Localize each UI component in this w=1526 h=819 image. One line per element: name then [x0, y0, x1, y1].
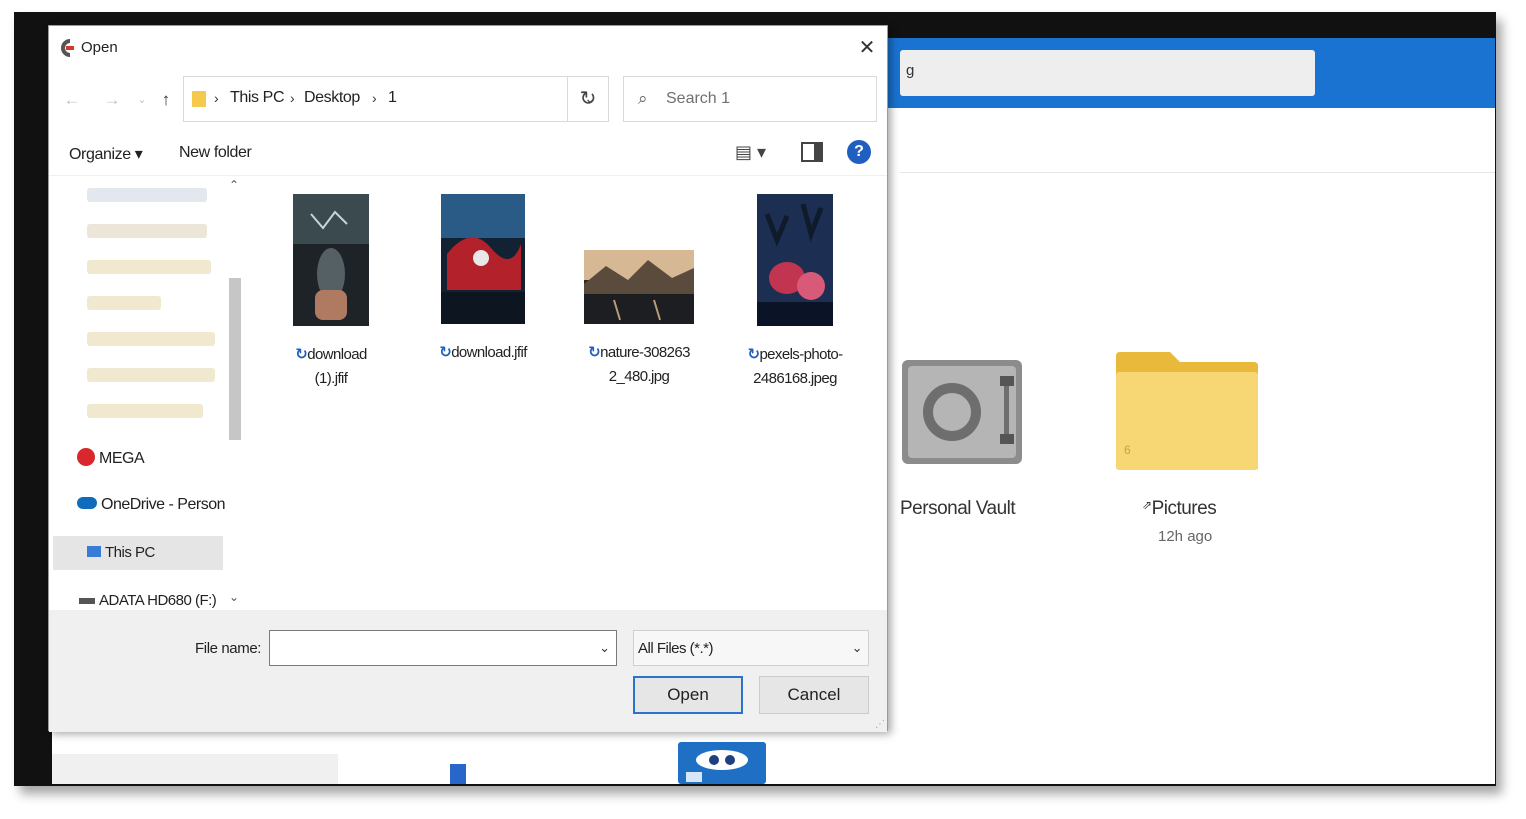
pictures-label: ⇗Pictures [1142, 498, 1217, 519]
personal-vault-icon[interactable] [900, 356, 1024, 468]
file-item[interactable]: ↻nature-308263 2_480.jpg [569, 194, 709, 389]
mega-icon [77, 448, 95, 466]
blurred-nav-item[interactable] [87, 296, 161, 310]
file-type-select[interactable]: All Files (*.*) ⌄ [633, 630, 869, 666]
app-thumbnail-icon [686, 750, 748, 782]
chevron-down-icon[interactable]: ⌄ [599, 640, 610, 656]
nav-item-onedrive[interactable]: OneDrive - Person [77, 496, 226, 514]
pictures-modified-time: 12h ago [1158, 528, 1213, 545]
sync-icon: ↻ [439, 344, 452, 361]
file-item[interactable]: ↻download.jfif [413, 194, 553, 365]
refresh-icon: ↻ [579, 88, 597, 110]
nav-pane-scrollbar[interactable]: ⌃ ⌄ [225, 178, 245, 610]
back-button[interactable]: ← [61, 88, 83, 112]
file-name: ↻download (1).jfif [295, 346, 367, 387]
cancel-button[interactable]: Cancel [759, 676, 869, 714]
file-type-value: All Files (*.*) [638, 640, 714, 657]
dialog-footer: File name: ⌄ All Files (*.*) ⌄ Open Canc… [49, 610, 887, 732]
blurred-nav-item[interactable] [87, 224, 207, 238]
file-name-label: File name: [195, 640, 262, 657]
blurred-nav-item[interactable] [87, 404, 203, 418]
blurred-nav-item[interactable] [87, 188, 207, 202]
shared-icon: ⇗ [1142, 498, 1152, 512]
search-icon: ⌕ [638, 89, 648, 108]
background-search-box[interactable]: g [900, 50, 1315, 96]
image-thumbnail [441, 194, 525, 324]
open-button[interactable]: Open [633, 676, 743, 714]
image-thumbnail [757, 194, 833, 326]
preview-pane-icon[interactable] [801, 142, 823, 162]
organize-menu-button[interactable]: Organize ▾ [69, 144, 143, 164]
pictures-folder-icon[interactable]: 6 [1114, 350, 1260, 472]
image-thumbnail [293, 194, 369, 326]
search-box[interactable]: ⌕ [623, 76, 877, 122]
recent-locations-button[interactable]: ⌄ [131, 88, 153, 112]
image-thumbnail [584, 250, 694, 324]
this-pc-icon [87, 546, 101, 557]
chevron-down-icon: ⌄ [851, 640, 863, 655]
search-input[interactable] [666, 87, 866, 111]
help-icon[interactable]: ? [847, 140, 871, 164]
blurred-nav-item[interactable] [87, 368, 215, 382]
sync-icon: ↻ [295, 346, 308, 363]
file-name: ↻pexels-photo- 2486168.jpeg [747, 346, 843, 387]
background-search-text: g [906, 62, 915, 79]
scrollbar-thumb[interactable] [229, 278, 241, 440]
command-bar: Organize ▾ New folder ▤ ▾ ? [49, 132, 887, 176]
resize-grip-icon[interactable]: ⋰ [875, 719, 885, 730]
forward-button[interactable]: → [101, 88, 123, 112]
back-arrow-icon: ← [63, 90, 81, 109]
nav-item-adata-drive[interactable]: ADATA HD680 (F:) [79, 592, 217, 609]
nav-item-this-pc[interactable]: This PC [53, 536, 223, 570]
file-name: ↻nature-308263 2_480.jpg [588, 344, 690, 385]
folder-icon [192, 91, 206, 107]
drive-icon [79, 598, 95, 604]
chevron-down-icon: ⌄ [137, 94, 147, 106]
sync-icon: ↻ [747, 346, 760, 363]
breadcrumb-desktop[interactable]: Desktop [304, 89, 360, 107]
sync-icon: ↻ [588, 344, 601, 361]
breadcrumb-folder-1[interactable]: 1 [388, 89, 397, 107]
new-folder-button[interactable]: New folder [179, 144, 252, 162]
scroll-up-icon[interactable]: ⌃ [229, 178, 239, 192]
app-icon [61, 39, 74, 57]
change-view-button[interactable]: ▤ ▾ [735, 142, 766, 163]
forward-arrow-icon: → [103, 90, 121, 109]
file-list: ↻download (1).jfif ↻download.jfif ↻natur… [245, 178, 889, 610]
taskbar-app-icon[interactable] [450, 764, 466, 784]
onedrive-icon [77, 497, 97, 509]
breadcrumb-separator: › [214, 90, 219, 106]
breadcrumb-separator: › [290, 90, 295, 106]
personal-vault-label: Personal Vault [900, 498, 1016, 519]
breadcrumb-this-pc[interactable]: This PC [230, 89, 285, 107]
file-item[interactable]: ↻pexels-photo- 2486168.jpeg [725, 194, 865, 391]
close-button[interactable]: ✕ [853, 34, 881, 62]
file-name: ↻download.jfif [439, 344, 527, 361]
file-item[interactable]: ↻download (1).jfif [261, 194, 401, 391]
dialog-title: Open [81, 39, 118, 56]
file-name-input[interactable]: ⌄ [269, 630, 617, 666]
background-divider [900, 172, 1495, 173]
close-icon: ✕ [858, 37, 876, 59]
up-arrow-icon: ↑ [161, 90, 171, 109]
up-button[interactable]: ↑ [155, 88, 177, 112]
address-bar[interactable]: › This PC › Desktop › 1 ⌄ [183, 76, 609, 122]
background-bottom-strip [52, 754, 338, 784]
refresh-button[interactable]: ↻ [567, 76, 609, 122]
open-file-dialog: Open ✕ ← → ⌄ ↑ › This PC › Desktop › 1 ⌄… [48, 25, 889, 732]
svg-text:6: 6 [1124, 443, 1131, 457]
scroll-down-icon[interactable]: ⌄ [229, 590, 239, 604]
dialog-title-bar[interactable]: Open ✕ [49, 26, 887, 70]
blurred-nav-item[interactable] [87, 332, 215, 346]
blurred-nav-item[interactable] [87, 260, 211, 274]
breadcrumb-separator: › [372, 90, 377, 106]
taskbar-app-thumbnail[interactable] [678, 742, 766, 784]
nav-item-mega[interactable]: MEGA [77, 448, 145, 468]
